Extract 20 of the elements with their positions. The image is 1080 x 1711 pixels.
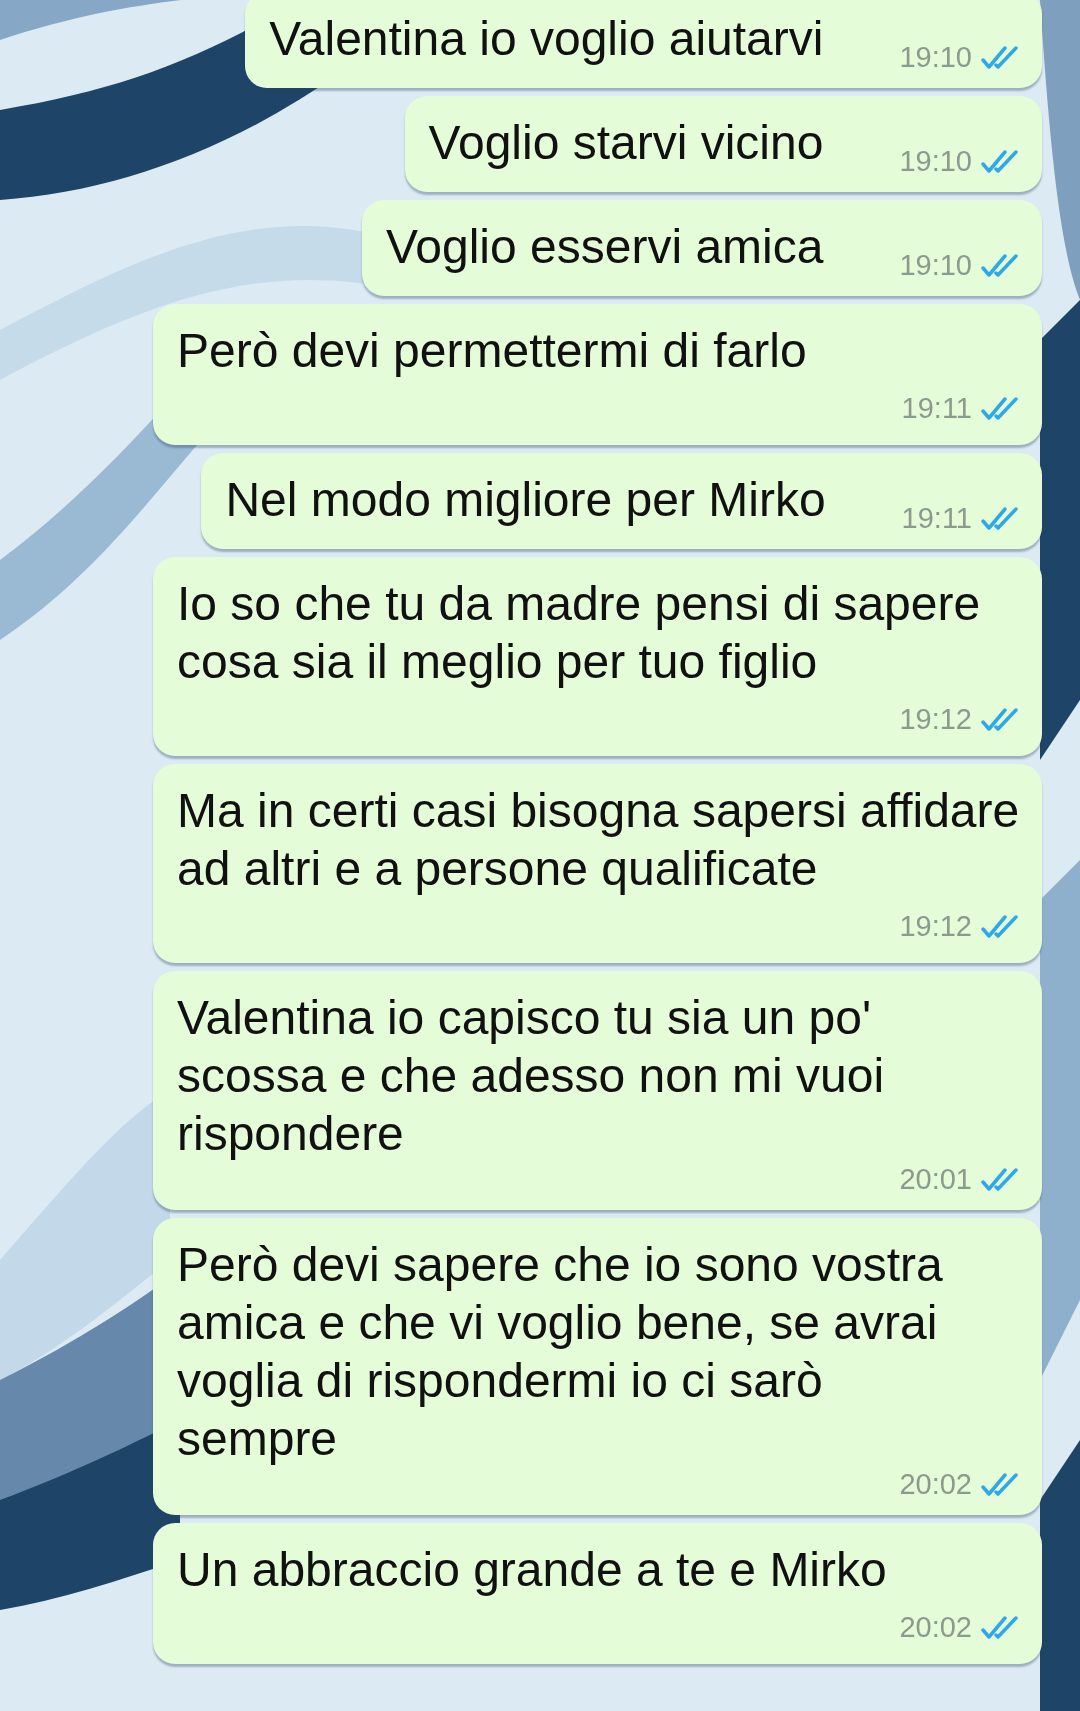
message-text: Nel modo migliore per Mirko — [225, 472, 826, 528]
message-text: Voglio starvi vicino — [428, 115, 824, 171]
message-text: Ma in certi casi bisogna sapersi affidare ad altri e a persone qualificate — [177, 783, 1020, 897]
message-time: 19:10 — [899, 145, 972, 178]
message-time: 20:01 — [899, 1163, 972, 1196]
message-text: Valentina io capisco tu sia un po' scossa e che adesso non mi vuoi rispondere — [177, 990, 886, 1162]
message-text: Io so che tu da madre pensi di sapere cosa sia il meglio per tuo figlio — [177, 576, 982, 690]
message-text: Però devi sapere che io sono vostra amica e che vi voglio bene, se avrai voglia di rispondermi io ci sarò sempre — [177, 1237, 944, 1467]
message-text: Valentina io voglio aiutarvi — [269, 11, 824, 67]
message-text: Però devi permettermi di farlo — [177, 323, 808, 379]
message-time: 19:12 — [899, 703, 972, 736]
message-time: 19:11 — [901, 392, 972, 425]
message-time: 19:10 — [899, 41, 972, 74]
message-text: Voglio esservi amica — [385, 219, 824, 275]
message-time: 19:10 — [899, 249, 972, 282]
message-time: 19:11 — [901, 502, 972, 535]
message-text: Un abbraccio grande a te e Mirko — [177, 1542, 888, 1598]
message-time: 20:02 — [899, 1468, 972, 1501]
message-time: 19:12 — [899, 910, 972, 943]
message-time: 20:02 — [899, 1611, 972, 1644]
